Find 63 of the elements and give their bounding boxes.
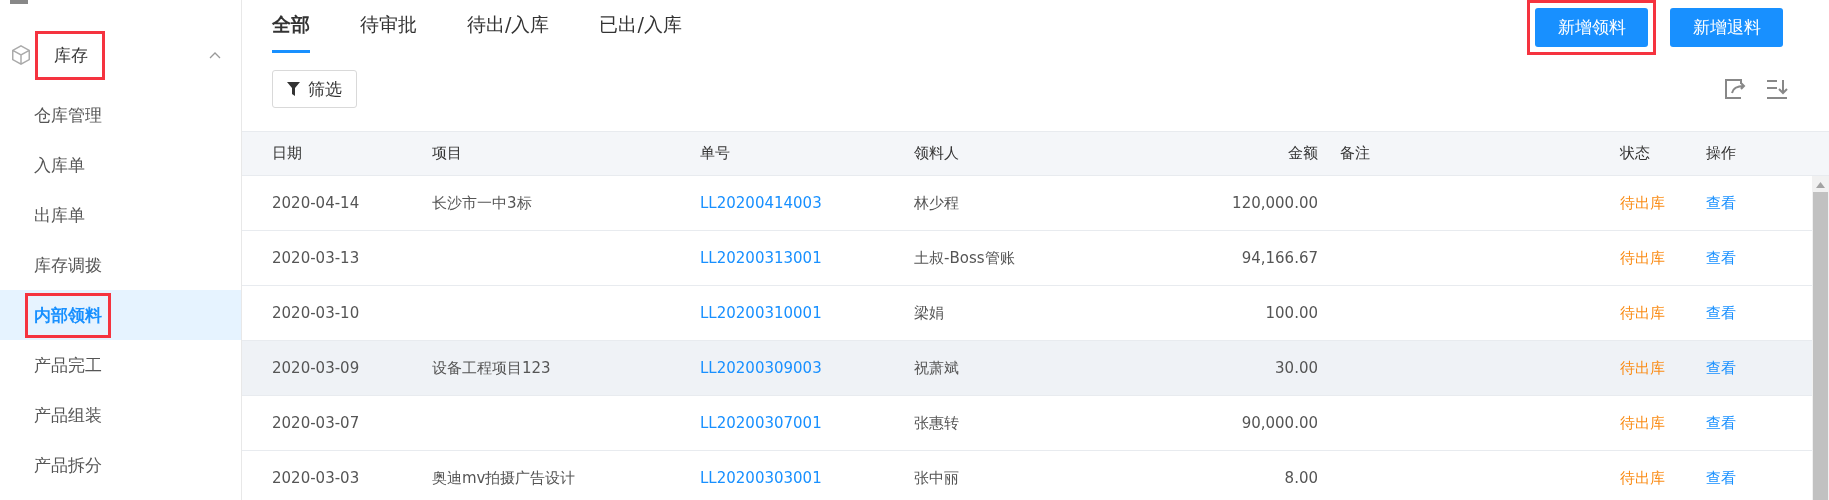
amount-cell-text: 120,000.00 [1231,194,1318,212]
column-header: 状态 [1620,144,1651,163]
sidebar-item-label: 仓库管理 [33,103,103,127]
filter-icon [287,82,300,96]
column-header: 操作 [1706,144,1737,163]
sidebar-item[interactable]: 出库单 [0,190,241,240]
chevron-icon[interactable] [209,51,221,59]
status-text: 待出库 [1620,193,1666,213]
date-cell-text: 2020-03-07 [272,414,361,432]
column-header: 项目 [432,144,463,163]
amount-cell-text: 94,166.67 [1240,249,1318,267]
sidebar-item-label: 产品拆分 [33,453,103,477]
sidebar-item[interactable]: 产品拆分 [0,440,241,490]
person-cell-text: 张中丽 [914,468,960,488]
status-text: 待出库 [1620,413,1666,433]
date-cell-text: 2020-03-10 [272,304,361,322]
date-cell-text: 2020-03-03 [272,469,361,487]
sidebar-item[interactable]: 产品组装 [0,390,241,440]
project-cell-text: 长沙市一中3标 [432,193,533,213]
sidebar-group[interactable]: 库存 [38,33,102,77]
tab[interactable]: 待审批 [360,12,417,53]
status-text: 待出库 [1620,358,1666,378]
scrollbar[interactable] [1812,176,1829,500]
column-header: 单号 [700,144,731,163]
date-cell-text: 2020-03-13 [272,249,361,267]
amount-cell-text: 30.00 [1274,359,1318,377]
date-cell-text: 2020-03-09 [272,359,361,377]
column-header: 领料人 [914,144,960,163]
column-header: 备注 [1339,144,1371,163]
person-cell-text: 梁娟 [914,303,945,323]
person-cell-text: 张惠转 [914,413,960,433]
person-cell-text: 祝萧斌 [914,358,960,378]
project-cell-text: 设备工程项目123 [432,358,552,378]
sort-icon[interactable] [1765,77,1789,101]
amount-cell-text: 90,000.00 [1240,414,1318,432]
sidebar-item-label: 产品完工 [33,353,103,377]
sidebar-item-label: 出库单 [33,203,86,227]
person-cell-text: 土叔-Boss管账 [914,248,1016,268]
sidebar-item-label: 入库单 [33,153,86,177]
filter-button[interactable]: 筛选 [272,70,357,108]
sidebar-item[interactable]: 入库单 [0,140,241,190]
date-cell-text: 2020-04-14 [272,194,361,212]
tab[interactable]: 已出/入库 [599,12,682,53]
column-header: 日期 [272,144,303,163]
sidebar-item[interactable]: 产品完工 [0,340,241,390]
export-icon[interactable] [1723,77,1747,101]
status-text: 待出库 [1620,303,1666,323]
tab[interactable]: 全部 [272,12,310,53]
status-text: 待出库 [1620,468,1666,488]
sidebar-item-label: 产品组装 [33,403,103,427]
amount-cell-text: 100.00 [1264,304,1318,322]
cube-icon [10,44,32,66]
status-text: 待出库 [1620,248,1666,268]
person-cell-text: 林少程 [914,193,960,213]
column-header: 金额 [1287,144,1318,163]
sidebar-item[interactable]: 仓库管理 [0,90,241,140]
project-cell-text: 奥迪mv拍摄广告设计 [432,468,577,488]
scroll-up-icon[interactable] [1816,182,1825,188]
tab[interactable]: 待出/入库 [467,12,550,53]
amount-cell-text: 8.00 [1283,469,1318,487]
sidebar-item-label: 库存调拨 [33,253,103,277]
sidebar-item-label: 内部领料 [28,295,108,335]
sidebar-item[interactable]: 库存调拨 [0,240,241,290]
